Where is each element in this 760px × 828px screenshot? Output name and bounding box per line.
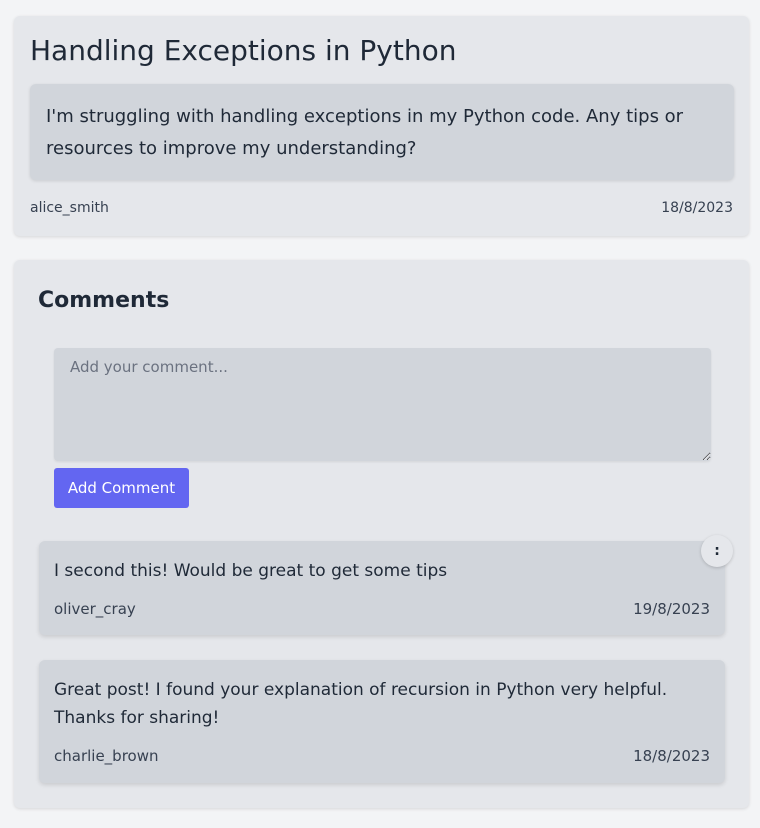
post-card: Handling Exceptions in Python I'm strugg… (14, 16, 749, 236)
post-author: alice_smith (30, 200, 109, 216)
more-options-icon[interactable]: : (701, 535, 733, 567)
post-date: 18/8/2023 (661, 200, 733, 216)
comment-date: 18/8/2023 (633, 747, 710, 765)
comment-text: I second this! Would be great to get som… (54, 561, 448, 581)
comment-input[interactable] (54, 348, 711, 461)
comment-author: oliver_cray (54, 600, 136, 618)
comment-item: I second this! Would be great to get som… (39, 535, 733, 635)
comment-date: 19/8/2023 (633, 600, 710, 618)
add-comment-button[interactable]: Add Comment (54, 468, 189, 508)
comment-text: Great post! I found your explanation of … (54, 680, 668, 728)
comment-author: charlie_brown (54, 747, 159, 765)
post-body: I'm struggling with handling exceptions … (30, 84, 734, 180)
comment-item: Great post! I found your explanation of … (39, 660, 725, 783)
comments-section: Comments Add Comment I second this! Woul… (14, 260, 749, 808)
comments-heading: Comments (38, 288, 170, 313)
post-title: Handling Exceptions in Python (30, 34, 457, 67)
